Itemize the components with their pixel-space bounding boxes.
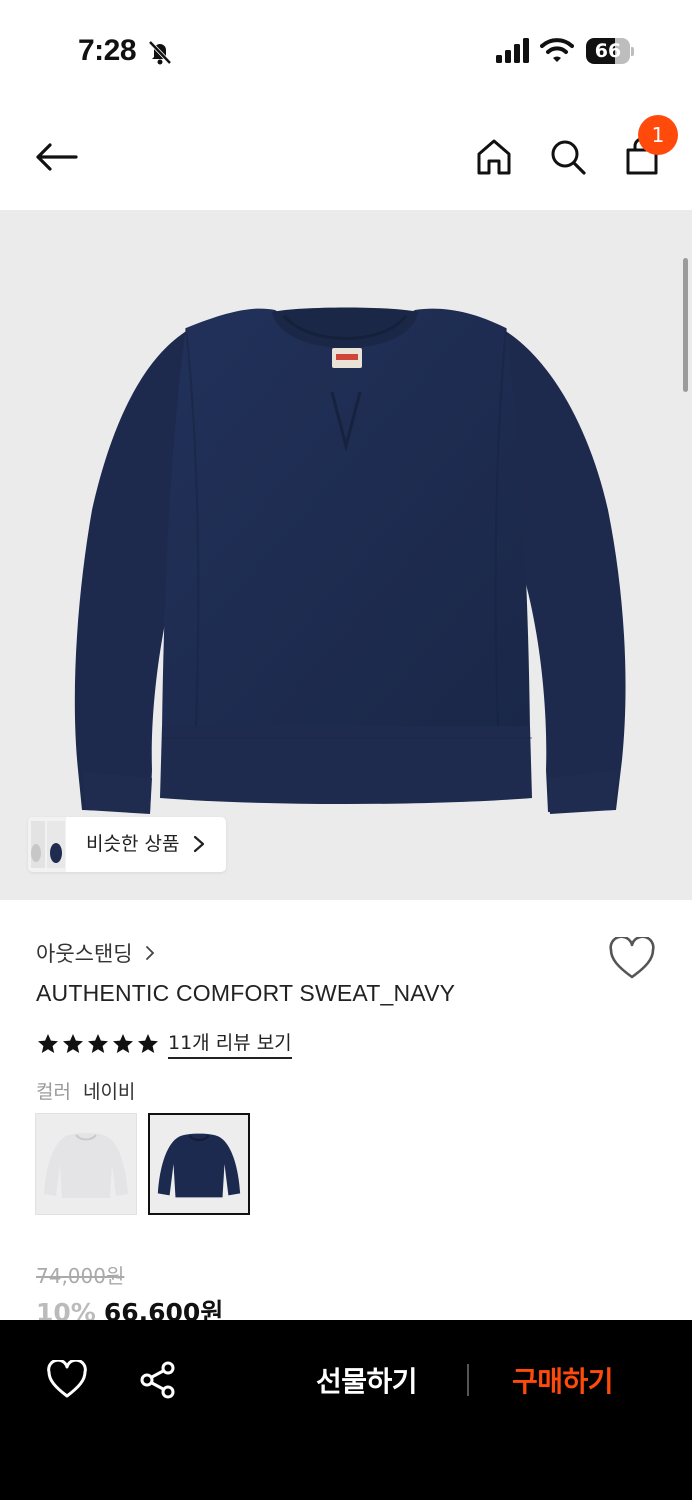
star-rating — [36, 1032, 160, 1056]
share-icon — [140, 1361, 175, 1399]
battery-icon: 66 — [586, 38, 634, 64]
cellular-signal-icon — [496, 38, 529, 63]
search-button[interactable] — [544, 132, 592, 182]
bottom-wishlist-button[interactable] — [46, 1358, 88, 1400]
wifi-icon — [540, 38, 574, 62]
cart-count-badge: 1 — [638, 115, 678, 155]
star-icon — [38, 1033, 58, 1053]
heart-outline-icon — [47, 1358, 87, 1398]
color-row: 컬러 네이비 — [36, 1077, 135, 1104]
similar-products-label: 비슷한 상품 — [86, 833, 180, 855]
gift-button[interactable]: 선물하기 — [316, 1360, 418, 1400]
share-button[interactable] — [138, 1360, 178, 1400]
product-title: AUTHENTIC COMFORT SWEAT_NAVY — [36, 980, 456, 1006]
view-reviews-link[interactable]: 11개 리뷰 보기 — [168, 1028, 292, 1059]
similar-products-thumbnail — [28, 817, 66, 872]
color-label: 컬러 — [36, 1081, 71, 1103]
star-icon — [88, 1033, 108, 1053]
brand-link[interactable]: 아웃스탠딩 — [36, 938, 155, 968]
brand-name: 아웃스탠딩 — [36, 942, 133, 966]
product-image — [74, 307, 626, 814]
chevron-right-icon — [193, 835, 205, 853]
bottom-bar-divider — [467, 1364, 469, 1396]
buy-button[interactable]: 구매하기 — [512, 1360, 614, 1400]
arrow-left-icon — [36, 143, 78, 171]
back-button[interactable] — [30, 132, 82, 182]
color-swatch-navy[interactable] — [148, 1113, 250, 1215]
color-swatch-light-gray[interactable] — [35, 1113, 137, 1215]
battery-percent: 66 — [594, 40, 622, 62]
status-time: 7:28 — [78, 34, 137, 67]
rating-row: 11개 리뷰 보기 — [36, 1028, 292, 1059]
home-button[interactable] — [470, 132, 518, 182]
bottom-action-bar — [0, 1320, 692, 1500]
gallery-scrollbar[interactable] — [683, 258, 688, 392]
heart-outline-icon — [609, 935, 655, 979]
product-image-gallery[interactable]: 비슷한 상품 — [0, 210, 692, 900]
home-icon — [477, 139, 511, 175]
star-icon — [113, 1033, 133, 1053]
status-bar: 7:28 66 — [0, 0, 692, 100]
swatch-image — [157, 1133, 241, 1198]
chevron-right-icon — [145, 946, 154, 960]
search-icon — [551, 140, 586, 175]
color-value: 네이비 — [82, 1081, 136, 1103]
star-icon — [63, 1033, 83, 1053]
swatch-image — [44, 1133, 128, 1198]
wishlist-button[interactable] — [608, 935, 656, 981]
similar-products-button[interactable]: 비슷한 상품 — [28, 817, 226, 872]
star-icon — [138, 1033, 158, 1053]
bell-off-icon — [148, 40, 172, 65]
original-price: 74,000원 — [36, 1264, 125, 1288]
